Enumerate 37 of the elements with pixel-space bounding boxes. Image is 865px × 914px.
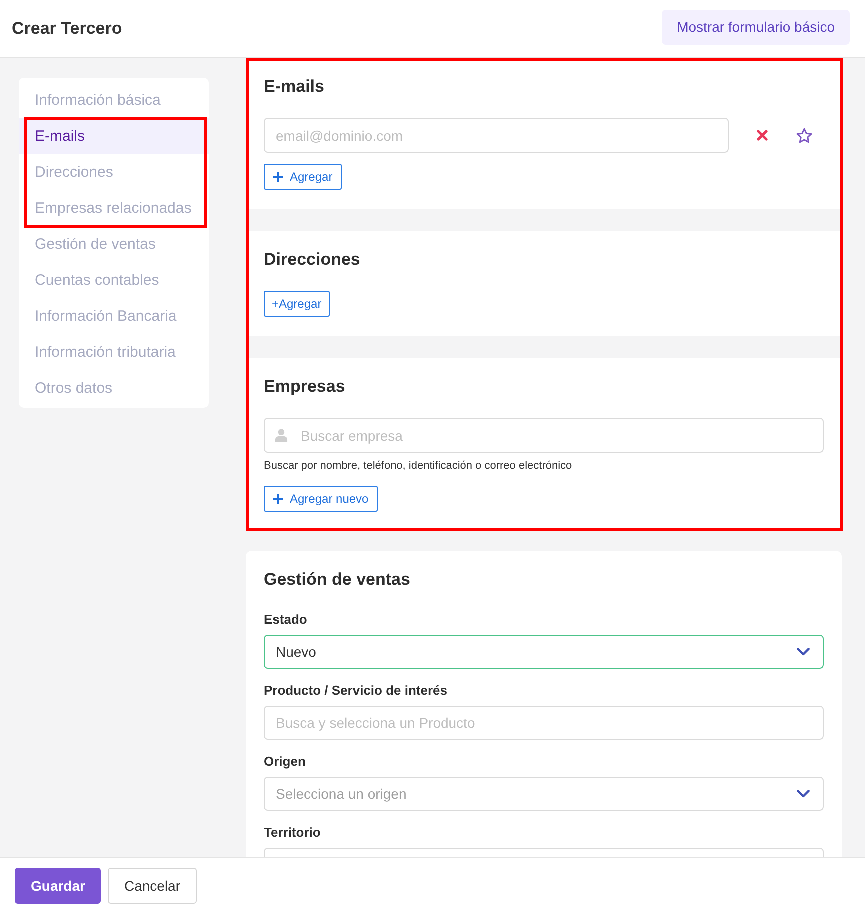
section-title: Direcciones (264, 249, 362, 271)
sidebar-item[interactable]: Direcciones (19, 154, 209, 190)
sidebar-item[interactable]: Información Bancaria (19, 298, 209, 334)
cancel-button[interactable]: Cancelar (108, 868, 196, 904)
field-label: Territorio (264, 824, 322, 842)
select-field[interactable]: Nuevo (264, 635, 824, 669)
sidebar-item[interactable]: E-mails (19, 118, 209, 154)
person-icon (275, 429, 288, 442)
sidebar-item[interactable]: Empresas relacionadas (19, 190, 209, 226)
field-label: Producto / Servicio de interés (264, 682, 448, 700)
show-basic-form-button[interactable]: Mostrar formulario básico (662, 10, 850, 44)
plus-icon (273, 494, 284, 504)
add-button[interactable]: +Agregar (264, 291, 330, 317)
email-field[interactable]: email@dominio.com (264, 118, 729, 153)
input-field[interactable]: Busca y selecciona un Producto (264, 706, 824, 740)
company-search-field[interactable]: Buscar empresa (264, 418, 824, 453)
section-title: Gestión de ventas (264, 569, 412, 591)
field-label: Origen (264, 753, 307, 771)
sidebar-item[interactable]: Información tributaria (19, 334, 209, 370)
sidebar-item[interactable]: Cuentas contables (19, 262, 209, 298)
sidebar-item[interactable]: Otros datos (19, 370, 209, 406)
field-label: Estado (264, 611, 308, 629)
close-icon[interactable] (756, 130, 768, 141)
select-field[interactable]: Selecciona un origen (264, 777, 824, 811)
chevron-down-icon (797, 648, 810, 656)
add-button[interactable]: Agregar (264, 164, 342, 190)
sidebar-item[interactable]: Gestión de ventas (19, 226, 209, 262)
save-button[interactable]: Guardar (15, 868, 102, 904)
section-title: Empresas (264, 376, 346, 398)
star-icon[interactable] (796, 128, 812, 144)
page-title: Crear Tercero (12, 18, 122, 38)
add-button[interactable]: Agregar nuevo (264, 486, 378, 512)
plus-icon (273, 172, 284, 182)
sidebar-item[interactable]: Información básica (19, 82, 209, 118)
help-text: Buscar por nombre, teléfono, identificación o correo electrónico (264, 459, 574, 473)
chevron-down-icon (797, 790, 810, 798)
section-title: E-mails (264, 76, 326, 98)
